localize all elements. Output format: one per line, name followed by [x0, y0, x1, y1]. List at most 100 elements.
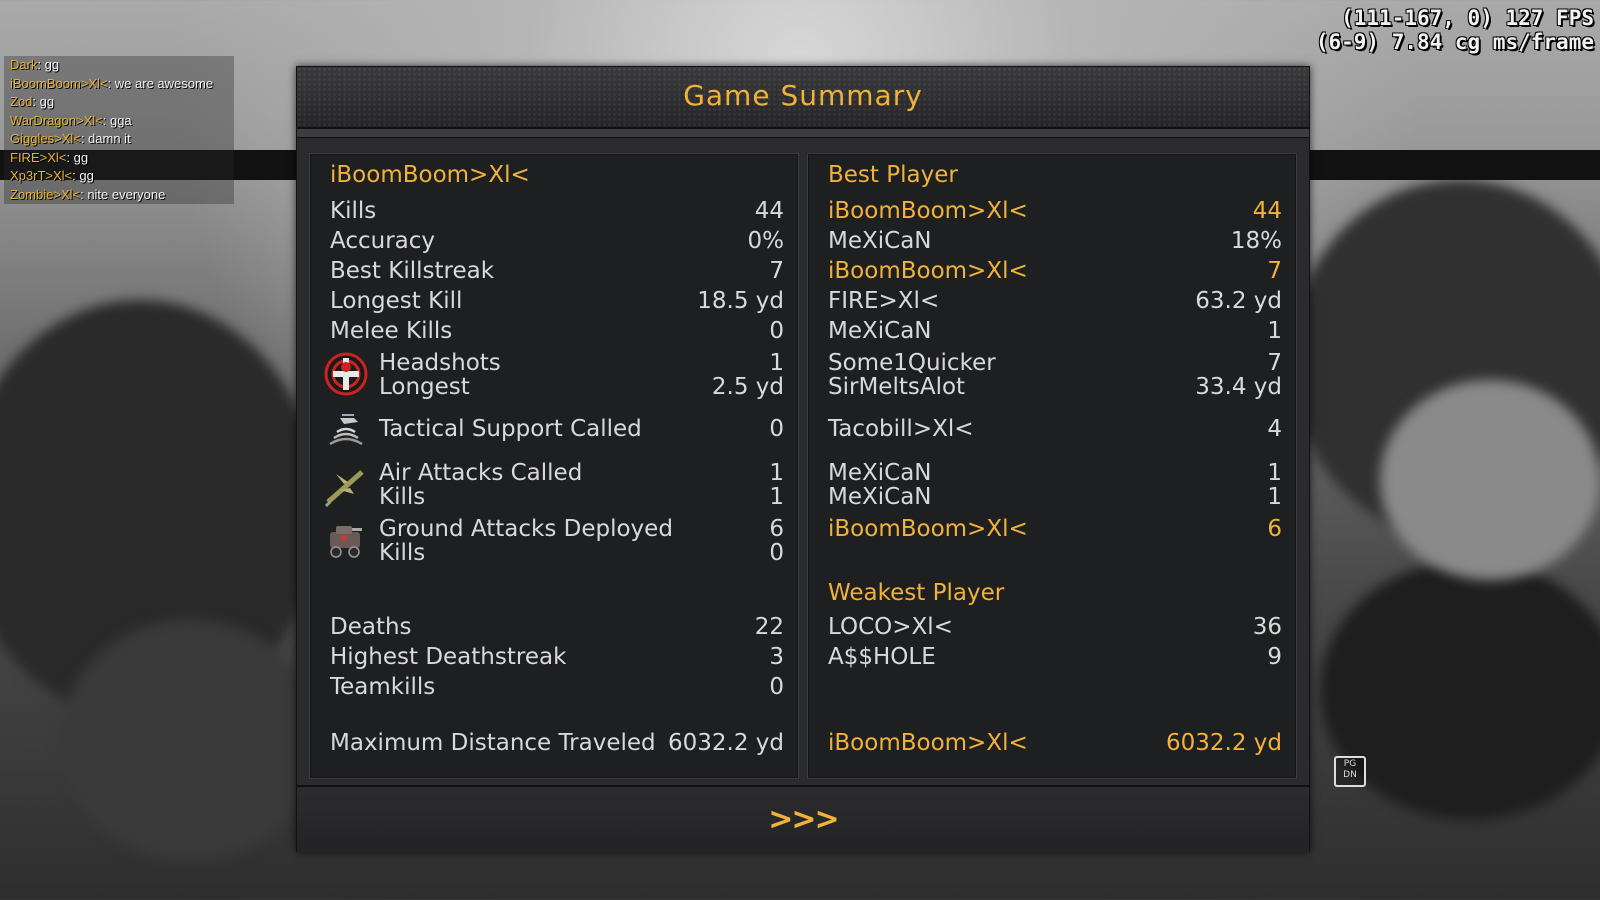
best-player-value: 1 — [1267, 318, 1282, 344]
chat-message: : gg — [72, 168, 94, 183]
stat-label: Accuracy — [330, 228, 436, 254]
weakest-player-value: 9 — [1267, 644, 1282, 670]
stat-label: Headshots — [379, 350, 501, 376]
chat-message: : gg — [32, 94, 55, 109]
stat-value: 1 — [769, 460, 784, 486]
continue-button[interactable]: >>> — [767, 801, 839, 839]
stat-row-air-attack-kills: Kills 1 — [330, 484, 784, 514]
best-player-name: iBoomBoom>Xl< — [828, 730, 1028, 756]
stat-label: Deaths — [330, 614, 412, 640]
stat-label: Kills — [379, 540, 426, 566]
best-row-tactical-support: Tacobill>Xl< 4 — [828, 416, 1282, 446]
stat-row-longest-kill: Longest Kill 18.5 yd — [330, 288, 784, 318]
best-player-name: iBoomBoom>Xl< — [828, 258, 1028, 284]
stat-row-ground-attack-kills: Kills 0 — [330, 540, 784, 570]
stat-row-kills: Kills 44 — [330, 198, 784, 228]
chat-message: : nite everyone — [80, 186, 166, 202]
chat-sender: Xp3rT>Xl< — [10, 168, 73, 183]
chat-message: : gga — [102, 112, 132, 128]
stat-label: Highest Deathstreak — [330, 644, 567, 670]
chat-message: : we are awesome — [107, 75, 214, 91]
stat-label: Teamkills — [330, 674, 436, 700]
stat-value: 6032.2 yd — [668, 730, 784, 756]
player-stats-column: iBoomBoom>Xl< Kills 44 Accuracy 0% Best Ki… — [309, 153, 799, 779]
weakest-player-value: 36 — [1252, 614, 1282, 640]
chat-line: Zod: gg — [4, 93, 234, 112]
stat-row-best-killstreak: Best Killstreak 7 — [330, 258, 784, 288]
chat-sender: Zombie>Xl< — [10, 186, 81, 202]
weakest-row-deathstreak: A$$HOLE 9 — [828, 644, 1282, 674]
chat-message: : damn it — [80, 131, 131, 146]
chat-line: WarDragon>Xl<: gga — [4, 111, 234, 130]
best-players-column: Best Player iBoomBoom>Xl< 44 MeXiCaN 18% i… — [807, 153, 1297, 779]
weakest-row-deaths: LOCO>Xl< 36 — [828, 614, 1282, 644]
chat-sender: Zod — [10, 94, 33, 109]
fps-readout: (111-167, 0) 127 FPS — [1341, 6, 1594, 30]
stat-label: Kills — [330, 198, 377, 224]
chat-line: Xp3rT>Xl<: gg — [4, 167, 234, 186]
best-row-air-attack-kills: MeXiCaN 1 — [828, 484, 1282, 514]
chat-sender: WarDragon>Xl< — [10, 112, 103, 128]
stat-label: Maximum Distance Traveled — [330, 730, 656, 756]
chat-line: Dark: gg — [4, 56, 234, 75]
best-row-distance: iBoomBoom>Xl< 6032.2 yd — [828, 730, 1282, 760]
terrain-highlight — [1380, 380, 1600, 580]
best-player-name: Tacobill>Xl< — [828, 416, 974, 442]
stat-value: 1 — [769, 350, 784, 376]
chat-line: iBoomBoom>Xl<: we are awesome — [4, 74, 234, 93]
best-row-longest-kill: FIRE>Xl< 63.2 yd — [828, 288, 1282, 318]
letterbox-strip — [1300, 150, 1600, 180]
game-summary-panel: Game Summary iBoomBoom>Xl< Kills 44 Accur… — [296, 66, 1310, 853]
stat-label: Air Attacks Called — [379, 460, 583, 486]
performance-readout: (111-167, 0) 127 FPS (6-9) 7.84 cg ms/fr… — [1316, 6, 1594, 54]
best-row-melee-kills: MeXiCaN 1 — [828, 318, 1282, 348]
stat-value: 2.5 yd — [711, 374, 784, 400]
frame-time-readout: (6-9) 7.84 cg ms/frame — [1315, 30, 1594, 54]
best-player-header: Best Player — [828, 162, 958, 188]
weakest-player-name: LOCO>Xl< — [828, 614, 953, 640]
chat-message: : gg — [37, 57, 60, 72]
best-row-kills: iBoomBoom>Xl< 44 — [828, 198, 1282, 228]
stat-value: 0 — [769, 674, 784, 700]
stat-value: 0 — [769, 318, 784, 344]
best-player-name: MeXiCaN — [828, 318, 932, 344]
stat-label: Longest Kill — [330, 288, 463, 314]
stat-value: 7 — [769, 258, 784, 284]
stat-row-deaths: Deaths 22 — [330, 614, 784, 644]
stat-label: Tactical Support Called — [379, 416, 642, 442]
chat-sender: FIRE>Xl< — [10, 149, 67, 165]
best-player-value: 1 — [1267, 484, 1282, 510]
best-player-value: 7 — [1267, 258, 1282, 284]
weakest-player-name: A$$HOLE — [828, 644, 936, 670]
player-name: iBoomBoom>Xl< — [330, 162, 530, 188]
stat-label: Ground Attacks Deployed — [379, 516, 673, 542]
best-player-name: MeXiCaN — [828, 484, 932, 510]
stat-value: 44 — [754, 198, 784, 224]
best-row-best-killstreak: iBoomBoom>Xl< 7 — [828, 258, 1282, 288]
best-player-value: 33.4 yd — [1195, 374, 1282, 400]
panel-header: Game Summary — [297, 67, 1309, 129]
best-player-name: MeXiCaN — [828, 228, 932, 254]
best-player-name: MeXiCaN — [828, 460, 932, 486]
best-player-value: 4 — [1267, 416, 1282, 442]
stat-row-melee-kills: Melee Kills 0 — [330, 318, 784, 348]
chat-message: : gg — [66, 149, 89, 165]
stat-value: 0% — [747, 228, 785, 254]
stat-value: 22 — [754, 614, 784, 640]
best-player-value: 6032.2 yd — [1166, 730, 1282, 756]
weakest-player-header: Weakest Player — [828, 580, 1005, 606]
best-row-ground-attacks: iBoomBoom>Xl< 6 — [828, 516, 1282, 546]
best-row-accuracy: MeXiCaN 18% — [828, 228, 1282, 258]
best-player-value: 18% — [1230, 228, 1282, 254]
best-player-value: 1 — [1267, 460, 1282, 486]
panel-footer: >>> — [297, 785, 1309, 853]
stat-value: 6 — [769, 516, 784, 542]
chat-sender: Dark — [10, 57, 38, 72]
chat-sender: Giggles>Xl< — [10, 131, 81, 146]
best-player-value: 44 — [1252, 198, 1282, 224]
best-row-longest-headshot: SirMeltsAlot 33.4 yd — [828, 374, 1282, 404]
stat-label: Longest — [379, 374, 470, 400]
best-player-value: 6 — [1267, 516, 1282, 542]
stat-label: Kills — [379, 484, 426, 510]
stat-row-highest-deathstreak: Highest Deathstreak 3 — [330, 644, 784, 674]
